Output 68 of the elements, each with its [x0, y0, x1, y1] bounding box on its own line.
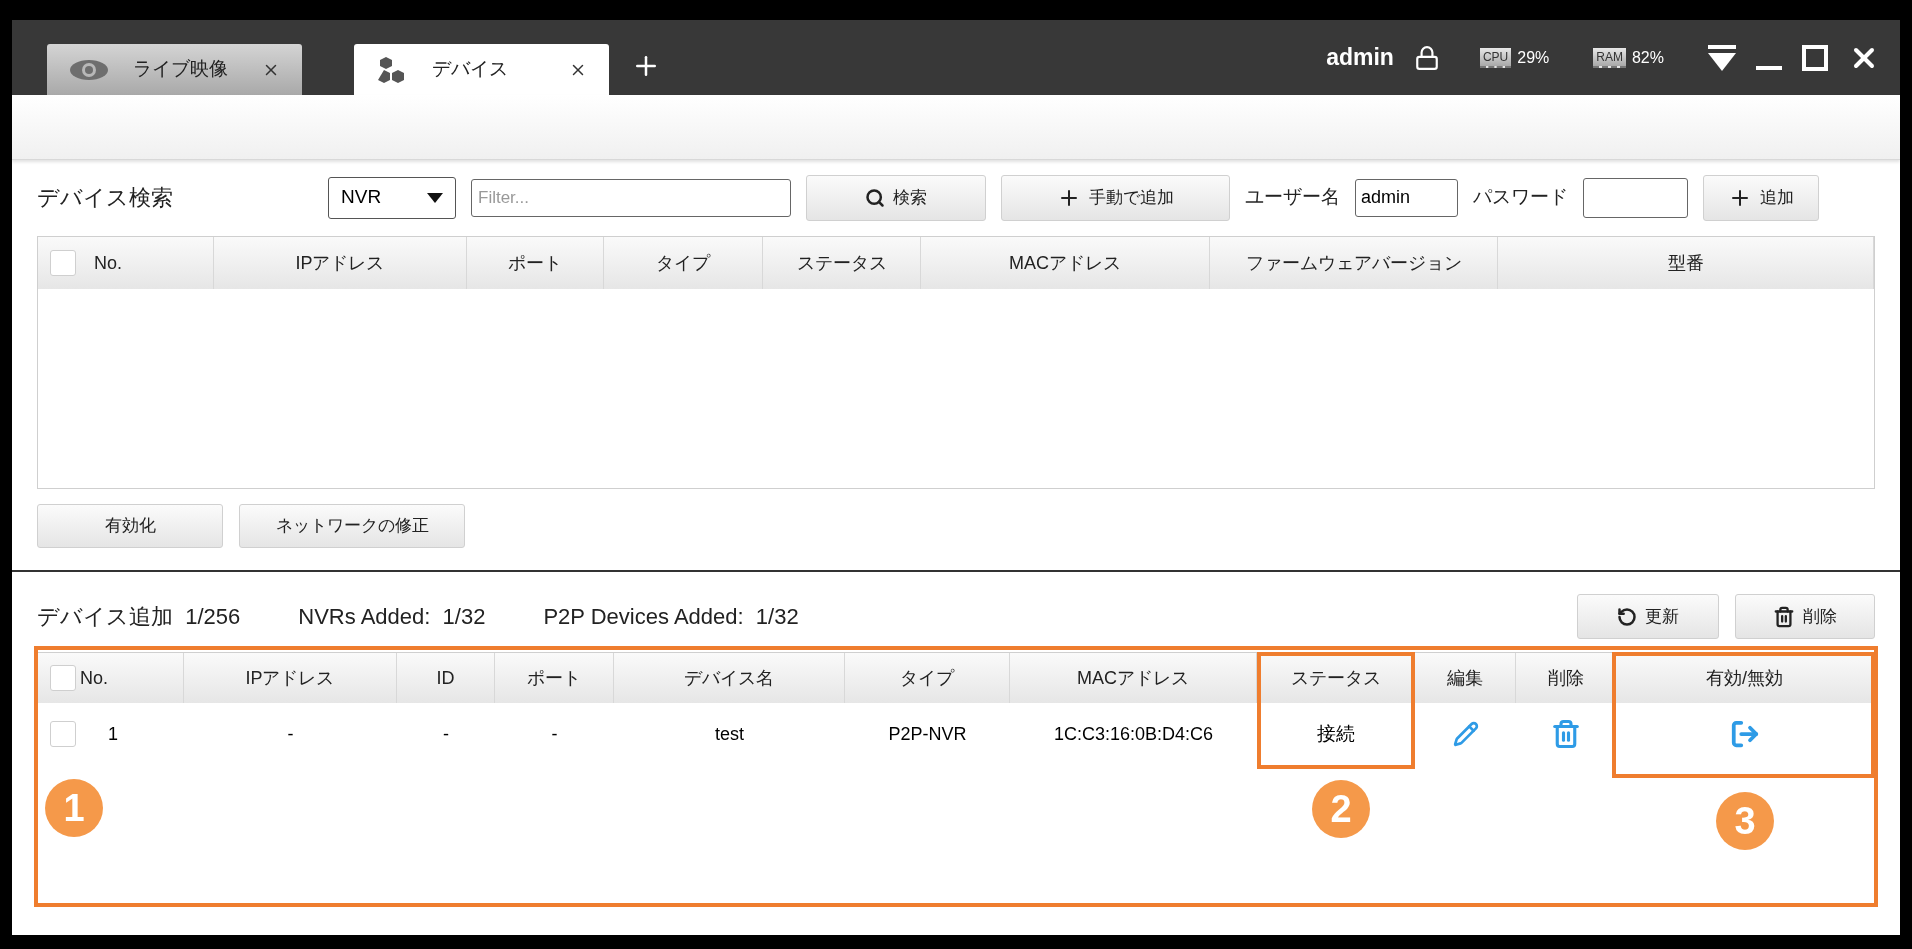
annotation-number: 3	[1716, 792, 1774, 850]
table-cell-text: P2P-NVR	[888, 722, 967, 746]
edit-icon[interactable]	[1452, 721, 1479, 747]
username-label: ユーザー名	[1245, 185, 1340, 210]
refresh-icon	[1617, 606, 1637, 627]
table-cell-text: 1	[108, 722, 118, 746]
table-cell-text: -	[551, 722, 558, 746]
column-header[interactable]: ポート	[527, 664, 581, 692]
tab[interactable]: ライブ映像	[47, 44, 302, 95]
add-button[interactable]: 追加	[1703, 174, 1819, 221]
username: admin	[1326, 43, 1394, 73]
meter-value: 29%	[1517, 47, 1550, 68]
column-header[interactable]: IPアドレス	[295, 249, 385, 277]
meter-value: 82%	[1631, 47, 1664, 68]
column-header[interactable]: ファームウェアバージョン	[1245, 249, 1462, 277]
trash-icon	[1773, 605, 1795, 628]
checkbox[interactable]	[50, 250, 76, 276]
search-button[interactable]: 検索	[806, 174, 986, 221]
column-header[interactable]: タイプ	[900, 664, 954, 692]
column-header[interactable]: MACアドレス	[1077, 664, 1189, 692]
column-header[interactable]: ID	[436, 664, 455, 692]
lock-icon[interactable]	[1413, 44, 1440, 71]
device-count: P2P Devices Added: 1/32	[543, 603, 799, 631]
annotation-number: 2	[1312, 780, 1370, 838]
table-cell-text: 1C:C3:16:0B:D4:C6	[1053, 722, 1214, 746]
maximize-icon[interactable]	[1802, 44, 1828, 71]
device-count: デバイス追加 1/256	[37, 603, 241, 631]
column-header[interactable]: 型番	[1667, 249, 1704, 277]
toggle-icon[interactable]	[1730, 719, 1760, 749]
action-button[interactable]: 有効化	[37, 504, 223, 548]
table-cell-text: -	[443, 722, 449, 746]
search-icon	[865, 187, 885, 208]
checkbox[interactable]	[50, 665, 76, 691]
tab[interactable]: デバイス	[354, 44, 609, 95]
table-cell-text: -	[287, 722, 294, 746]
column-header[interactable]: ステータス	[796, 249, 887, 277]
column-header[interactable]: タイプ	[656, 249, 710, 277]
column-header[interactable]: ステータス	[1290, 664, 1381, 692]
device-count: NVRs Added: 1/32	[298, 603, 486, 631]
chip-icon: CPU	[1479, 47, 1512, 68]
password-field[interactable]	[1583, 177, 1688, 218]
device-type-select[interactable]: NVR	[328, 176, 456, 219]
filter-field[interactable]: Filter...	[471, 178, 791, 217]
column-header[interactable]: No.	[94, 249, 122, 277]
column-header[interactable]: 有効/無効	[1706, 664, 1783, 692]
password-label: パスワード	[1473, 185, 1568, 210]
refresh-button[interactable]: 更新	[1577, 594, 1719, 639]
column-header[interactable]: デバイス名	[684, 664, 774, 692]
manual-add-button[interactable]: 手動で追加	[1001, 174, 1230, 221]
delete-icon[interactable]	[1551, 719, 1581, 749]
action-button[interactable]: ネットワークの修正	[239, 504, 465, 548]
annotation-number: 1	[45, 779, 103, 837]
username-field[interactable]: admin	[1355, 178, 1458, 217]
column-header[interactable]: IPアドレス	[245, 664, 335, 692]
column-header[interactable]: ポート	[508, 249, 562, 277]
checkbox[interactable]	[50, 721, 76, 747]
section-title: デバイス検索	[37, 184, 174, 212]
column-header[interactable]: 編集	[1447, 664, 1483, 692]
column-header[interactable]: No.	[80, 664, 108, 692]
chip-icon: RAM	[1593, 47, 1626, 68]
column-header[interactable]: MACアドレス	[1009, 249, 1121, 277]
status-cell-text: 接続	[1317, 721, 1355, 746]
eye-icon	[69, 58, 109, 81]
dropdown-arrow-icon	[427, 192, 443, 203]
delete-button[interactable]: 削除	[1735, 594, 1875, 639]
column-header[interactable]: 削除	[1547, 664, 1584, 692]
table-cell-text: test	[715, 722, 744, 746]
menu-icon[interactable]	[1708, 44, 1736, 71]
